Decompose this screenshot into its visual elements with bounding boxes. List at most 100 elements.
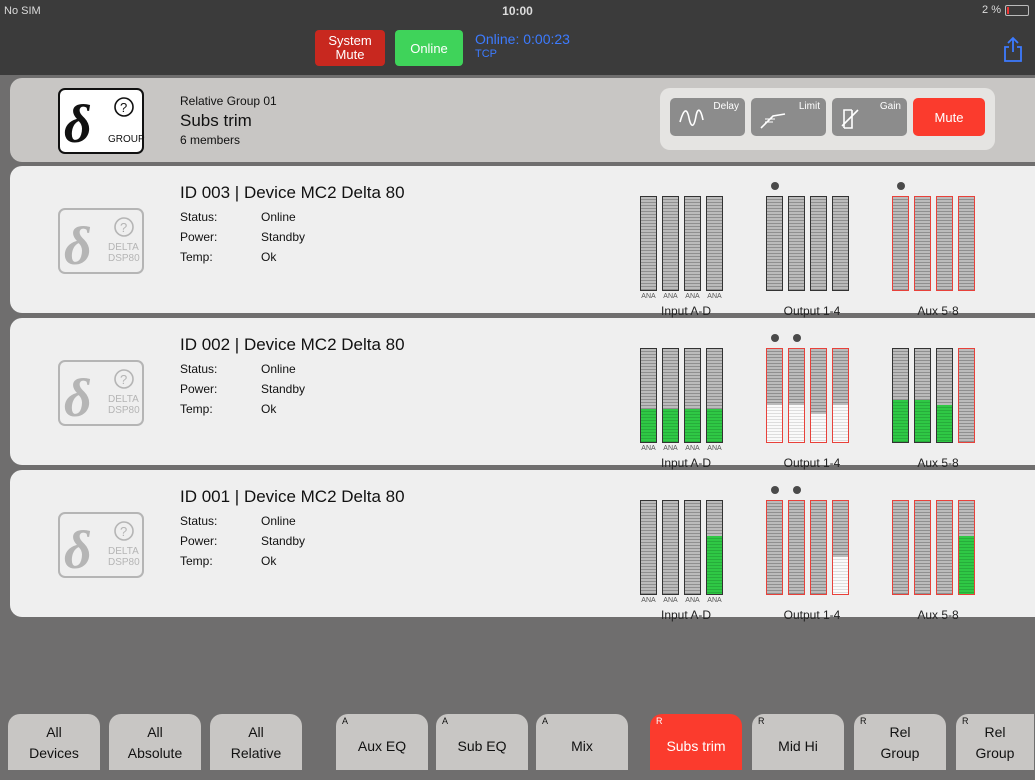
battery-indicator: 2 % — [982, 4, 1029, 16]
tab-all-absolute[interactable]: All Absolute — [109, 714, 201, 770]
channel-type-label: ANA — [641, 597, 656, 604]
level-meter — [892, 348, 909, 443]
aux-meters-label: Aux 5-8 — [917, 304, 959, 318]
group-tab-bar: All Devices All Absolute All Relative A Aux … — [0, 704, 1035, 780]
tab-label: Subs trim — [666, 738, 726, 754]
status-bar: No SIM 10:00 2 % — [0, 0, 1035, 22]
clock: 10:00 — [502, 4, 533, 18]
device-logo-line2: DSP80 — [108, 253, 140, 264]
group-mute-button[interactable]: Mute — [913, 98, 985, 136]
channel-type-label: ANA — [707, 293, 722, 300]
device-card[interactable]: δ? DELTA DSP80 ID 002 | Device MC2 Delta 80… — [10, 318, 1035, 470]
output-meters-label: Output 1-4 — [783, 304, 841, 318]
tab-mix[interactable]: A Mix — [536, 714, 628, 770]
level-meter — [706, 196, 723, 291]
gain-button[interactable]: Gain — [832, 98, 907, 136]
meter-fill — [685, 409, 700, 442]
tab-mid-hi[interactable]: R Mid Hi — [752, 714, 844, 770]
channel-type-label: ANA — [707, 597, 722, 604]
level-meter — [640, 500, 657, 595]
device-logo-line1: DELTA — [108, 394, 139, 405]
level-meter — [662, 500, 679, 595]
tab-all-devices[interactable]: All Devices — [8, 714, 100, 770]
tab-all-relative[interactable]: All Relative — [210, 714, 302, 770]
gain-label: Gain — [879, 101, 901, 112]
meter-fill — [937, 404, 952, 442]
meter-fill — [893, 400, 908, 442]
status-label: Status: — [180, 514, 218, 528]
share-icon[interactable] — [1003, 36, 1023, 62]
tab-label: All Absolute — [127, 724, 183, 761]
meter-fill — [663, 409, 678, 442]
limit-button[interactable]: Limit — [751, 98, 826, 136]
level-meter — [958, 196, 975, 291]
output-meters-label: Output 1-4 — [783, 456, 841, 470]
power-value: Standby — [261, 534, 306, 548]
tab-prefix: A — [342, 716, 349, 726]
level-meter — [914, 348, 931, 443]
device-card[interactable]: δ? DELTA DSP80 ID 003 | Device MC2 Delta 80… — [10, 166, 1035, 318]
delay-button[interactable]: Delay — [670, 98, 745, 136]
clip-indicator — [897, 182, 905, 190]
system-mute-button[interactable]: System Mute — [315, 30, 385, 66]
temp-label: Temp: — [180, 554, 213, 568]
device-logo-line1: DELTA — [108, 242, 139, 253]
delay-label: Delay — [713, 101, 739, 112]
tab-sub-eq[interactable]: A Sub EQ — [436, 714, 528, 770]
level-meter — [832, 500, 849, 595]
device-card[interactable]: δ? DELTA DSP80 ID 001 | Device MC2 Delta 80… — [10, 470, 1035, 622]
device-logo: δ? DELTA DSP80 — [58, 208, 144, 276]
group-logo-text: GROUP — [108, 134, 145, 145]
level-meter — [936, 348, 953, 443]
svg-text:δ: δ — [64, 94, 92, 152]
device-logo: δ? DELTA DSP80 — [58, 512, 144, 580]
tab-label: Aux EQ — [357, 738, 407, 754]
tab-label: Sub EQ — [457, 738, 507, 754]
group-mute-label: Mute — [934, 109, 964, 125]
tab-prefix: R — [656, 716, 663, 726]
level-meter — [766, 348, 783, 443]
meter-fill — [959, 536, 974, 594]
level-meter — [810, 196, 827, 291]
channel-type-label: ANA — [685, 445, 700, 452]
device-title: ID 002 | Device MC2 Delta 80 — [180, 335, 405, 354]
group-controls: Delay Limit Gain Mute — [660, 88, 995, 150]
tab-rel-group[interactable]: R Rel Group — [854, 714, 946, 770]
temp-value: Ok — [261, 402, 277, 416]
level-meter — [706, 500, 723, 595]
level-meter — [788, 348, 805, 443]
channel-type-label: ANA — [685, 293, 700, 300]
device-logo: δ? DELTA DSP80 — [58, 360, 144, 428]
channel-type-label: ANA — [641, 445, 656, 452]
level-meter — [832, 196, 849, 291]
tab-aux-eq[interactable]: A Aux EQ — [336, 714, 428, 770]
tab-subs-trim[interactable]: R Subs trim — [650, 714, 742, 770]
meter-fill — [915, 400, 930, 442]
clip-indicator — [771, 486, 779, 494]
output-meters-label: Output 1-4 — [783, 608, 841, 622]
svg-text:δ: δ — [64, 368, 92, 424]
level-meter — [640, 348, 657, 443]
tab-prefix: A — [442, 716, 449, 726]
battery-icon — [1005, 4, 1029, 16]
level-meter — [936, 500, 953, 595]
online-timer: Online: 0:00:23 TCP — [475, 32, 570, 62]
clip-indicator — [771, 334, 779, 342]
device-title: ID 003 | Device MC2 Delta 80 — [180, 183, 405, 202]
power-value: Standby — [261, 382, 306, 396]
meter-fill — [833, 404, 848, 442]
svg-text:?: ? — [120, 372, 127, 387]
channel-type-label: ANA — [685, 597, 700, 604]
level-meter — [684, 196, 701, 291]
online-timer-text: Online: 0:00:23 — [475, 31, 570, 47]
level-meter — [914, 196, 931, 291]
meter-fill — [767, 404, 782, 442]
level-meter — [684, 500, 701, 595]
level-meter — [958, 348, 975, 443]
online-button[interactable]: Online — [395, 30, 463, 66]
tab-rel-group-2[interactable]: R Rel Group — [956, 714, 1034, 770]
tab-label: All Devices — [29, 724, 79, 761]
level-meter — [892, 500, 909, 595]
delay-icon — [679, 109, 704, 127]
input-meters-label: Input A-D — [660, 608, 712, 622]
